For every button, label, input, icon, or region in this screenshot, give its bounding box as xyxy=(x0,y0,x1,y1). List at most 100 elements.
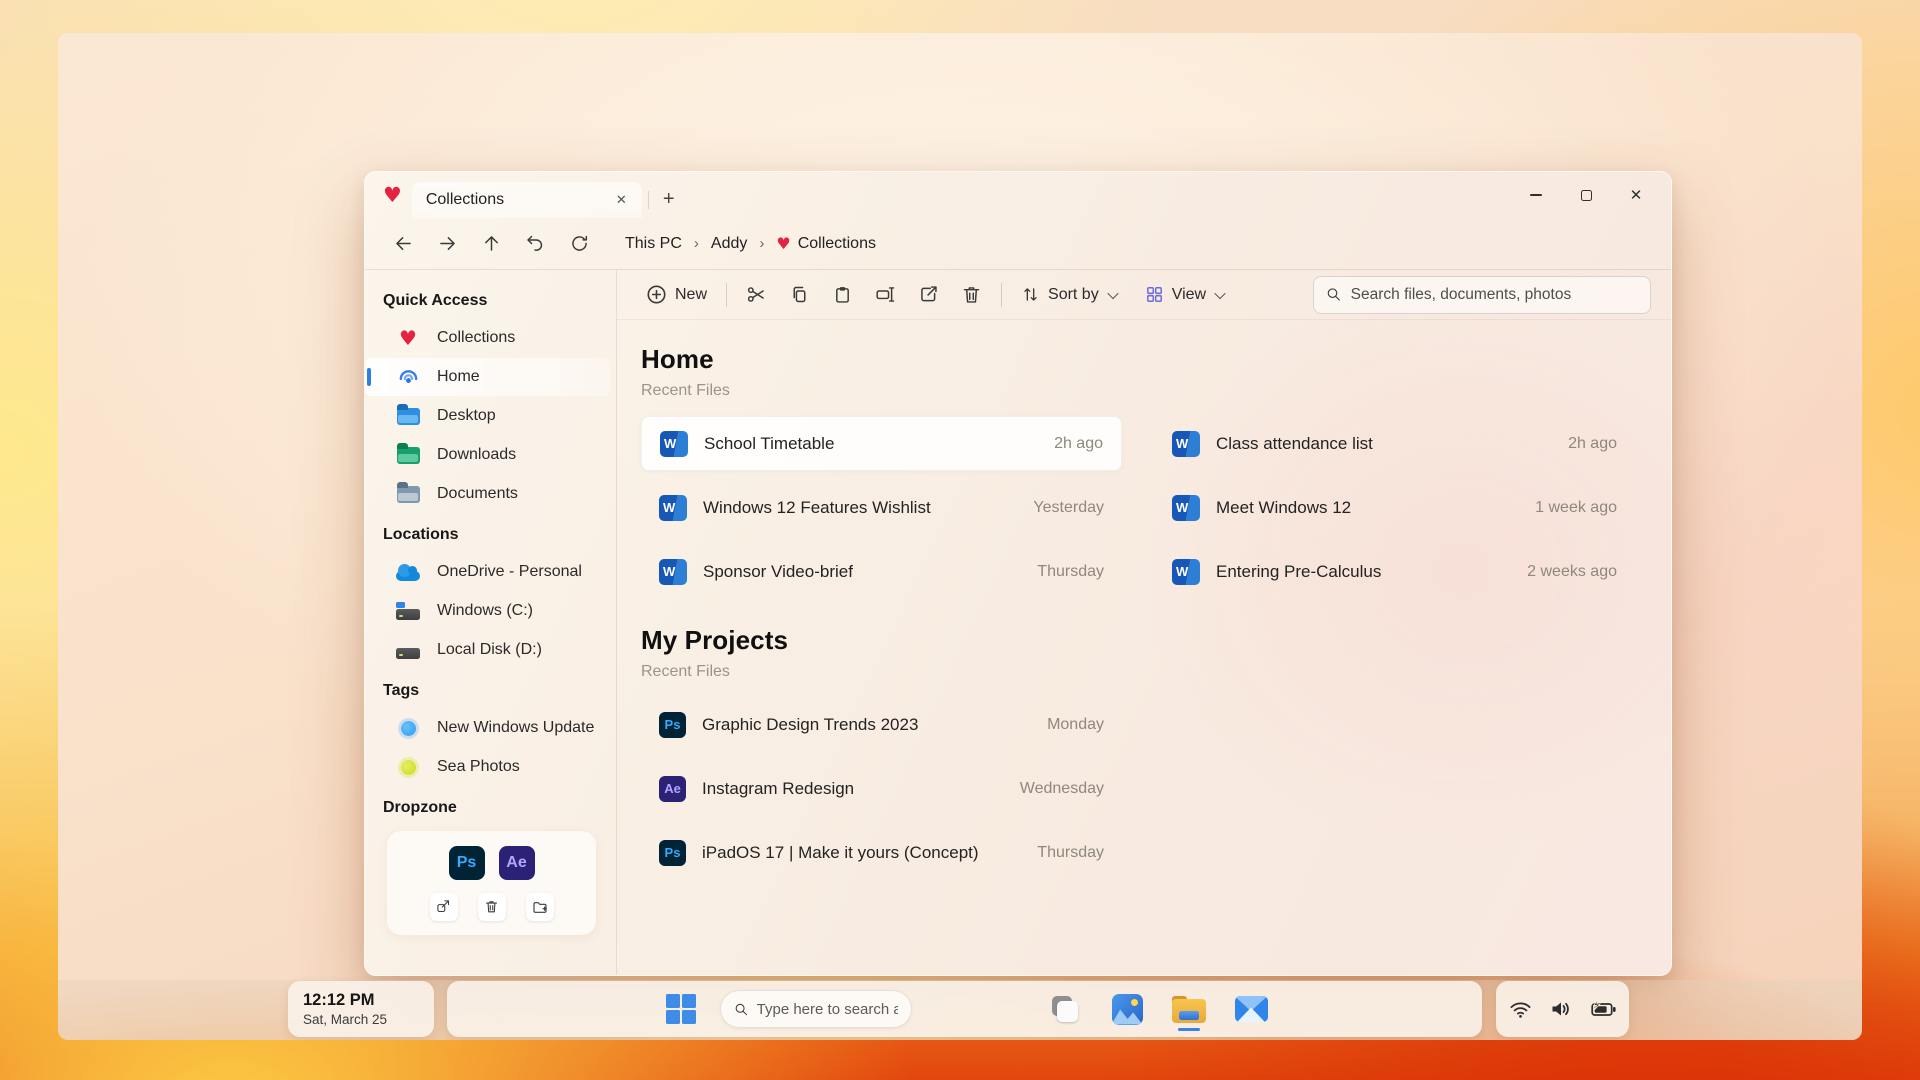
folder-icon xyxy=(397,408,420,425)
rename-button[interactable] xyxy=(866,276,905,314)
mail-app-button[interactable] xyxy=(1231,986,1271,1032)
paste-icon xyxy=(832,284,853,305)
dropzone-ae-app-icon[interactable]: Ae xyxy=(499,846,535,880)
copy-button[interactable] xyxy=(780,276,819,314)
section-subtitle: Recent Files xyxy=(641,382,1635,400)
breadcrumb: This PC › Addy › ♥Collections xyxy=(623,232,878,255)
grid-view-icon xyxy=(1145,285,1164,304)
window-controls: ✕ xyxy=(1529,188,1661,202)
sidebar-item-onedrive-personal[interactable]: OneDrive - Personal xyxy=(365,553,610,591)
taskbar-center-group xyxy=(447,981,1482,1037)
file-row-class-attendance-list[interactable]: W Class attendance list 2h ago xyxy=(1154,416,1635,471)
sort-by-label: Sort by xyxy=(1048,286,1099,304)
tab-close-icon[interactable]: ✕ xyxy=(611,190,632,210)
minimize-button[interactable] xyxy=(1529,188,1543,202)
start-button[interactable] xyxy=(666,994,696,1024)
explorer-search-box[interactable] xyxy=(1313,276,1651,314)
forward-icon xyxy=(437,233,458,254)
taskbar-search-box[interactable] xyxy=(720,990,912,1028)
delete-button[interactable] xyxy=(952,276,991,314)
section-subtitle: Recent Files xyxy=(641,663,1635,681)
sidebar-heading-tags: Tags xyxy=(365,670,616,708)
breadcrumb-this-pc[interactable]: This PC xyxy=(623,233,684,255)
sidebar-item-documents[interactable]: Documents xyxy=(365,475,610,513)
nav-back-button[interactable] xyxy=(385,226,421,262)
task-view-button[interactable] xyxy=(1045,986,1085,1032)
onedrive-cloud-icon xyxy=(396,571,420,581)
open-external-icon xyxy=(436,899,451,914)
file-row-entering-pre-calculus[interactable]: W Entering Pre-Calculus 2 weeks ago xyxy=(1154,544,1635,599)
sort-arrows-icon xyxy=(1021,285,1040,304)
taskbar-search-input[interactable] xyxy=(757,1001,898,1018)
sidebar-item-sea-photos[interactable]: Sea Photos xyxy=(365,748,610,786)
dropzone-add-folder-button[interactable] xyxy=(526,893,554,921)
view-label: View xyxy=(1172,286,1206,304)
refresh-icon xyxy=(569,233,590,254)
sort-by-button[interactable]: Sort by xyxy=(1012,276,1126,314)
sidebar-item-desktop[interactable]: Desktop xyxy=(365,397,610,435)
sidebar-item-home[interactable]: Home xyxy=(365,358,610,396)
up-icon xyxy=(481,233,502,254)
tag-dot-blue-icon xyxy=(401,721,416,736)
cut-icon xyxy=(746,284,767,305)
file-grid: Ps Graphic Design Trends 2023 Monday Ae … xyxy=(641,697,1635,880)
dropzone-ps-app-icon[interactable]: Ps xyxy=(449,846,485,880)
folder-icon xyxy=(397,486,420,503)
file-row-graphic-design-trends-2023[interactable]: Ps Graphic Design Trends 2023 Monday xyxy=(641,697,1122,752)
toolbar: New Sort by View xyxy=(617,270,1671,320)
new-tab-button[interactable]: + xyxy=(655,188,683,211)
sidebar-heading-locations: Locations xyxy=(365,514,616,552)
sidebar-item-collections[interactable]: ♥ Collections xyxy=(365,319,610,357)
maximize-button[interactable] xyxy=(1579,188,1593,202)
dropzone-card[interactable]: Ps Ae xyxy=(387,831,596,935)
nav-undo-button[interactable] xyxy=(517,226,553,262)
photos-app-button[interactable] xyxy=(1107,986,1147,1032)
sidebar-item-windows-c[interactable]: Windows (C:) xyxy=(365,592,610,630)
file-row-sponsor-video-brief[interactable]: W Sponsor Video-brief Thursday xyxy=(641,544,1122,599)
view-button[interactable]: View xyxy=(1136,276,1233,314)
nav-forward-button[interactable] xyxy=(429,226,465,262)
ps-file-icon: Ps xyxy=(659,840,686,866)
drive-icon xyxy=(396,648,420,659)
sidebar-item-downloads[interactable]: Downloads xyxy=(365,436,610,474)
word-file-icon: W xyxy=(1172,495,1200,521)
desktop-wallpaper: ♥ Collections ✕ + ✕ This PC › Addy › ♥Collec… xyxy=(58,33,1862,1040)
explorer-search-input[interactable] xyxy=(1351,286,1638,304)
cut-button[interactable] xyxy=(737,276,776,314)
sidebar-item-local-disk-d[interactable]: Local Disk (D:) xyxy=(365,631,610,669)
tab-divider xyxy=(648,191,649,209)
active-app-indicator xyxy=(1178,1028,1200,1031)
file-row-instagram-redesign[interactable]: Ae Instagram Redesign Wednesday xyxy=(641,761,1122,816)
sidebar-item-new-windows-update[interactable]: New Windows Update xyxy=(365,709,610,747)
home-icon xyxy=(397,366,420,389)
file-row-school-timetable[interactable]: W School Timetable 2h ago xyxy=(641,416,1122,471)
nav-up-button[interactable] xyxy=(473,226,509,262)
word-file-icon: W xyxy=(659,495,687,521)
share-button[interactable] xyxy=(909,276,948,314)
breadcrumb-separator: › xyxy=(759,235,764,252)
file-explorer-button[interactable] xyxy=(1169,986,1209,1032)
ae-file-icon: Ae xyxy=(659,776,686,802)
close-button[interactable]: ✕ xyxy=(1629,188,1643,202)
system-tray[interactable] xyxy=(1496,981,1629,1037)
wifi-icon xyxy=(1509,998,1532,1021)
new-button[interactable]: New xyxy=(637,276,716,314)
dropzone-delete-button[interactable] xyxy=(478,893,506,921)
chevron-down-icon xyxy=(1214,287,1225,298)
file-row-ipados-17-make-it-yours-concept[interactable]: Ps iPadOS 17 | Make it yours (Concept) T… xyxy=(641,825,1122,880)
dropzone-open-external-button[interactable] xyxy=(430,893,458,921)
tab-collections[interactable]: Collections ✕ xyxy=(412,182,642,218)
file-explorer-icon xyxy=(1172,996,1206,1023)
file-row-meet-windows-12[interactable]: W Meet Windows 12 1 week ago xyxy=(1154,480,1635,535)
breadcrumb-addy[interactable]: Addy xyxy=(709,233,749,255)
word-file-icon: W xyxy=(659,559,687,585)
breadcrumb-separator: › xyxy=(694,235,699,252)
nav-refresh-button[interactable] xyxy=(561,226,597,262)
titlebar[interactable]: ♥ Collections ✕ + ✕ xyxy=(365,172,1671,218)
paste-button[interactable] xyxy=(823,276,862,314)
file-row-windows-12-features-wishlist[interactable]: W Windows 12 Features Wishlist Yesterday xyxy=(641,480,1122,535)
taskbar-clock-widget[interactable]: 12:12 PM Sat, March 25 xyxy=(288,981,434,1037)
breadcrumb-collections[interactable]: ♥Collections xyxy=(774,232,878,255)
sidebar-heading-quick-access: Quick Access xyxy=(365,280,616,318)
section-title-home: Home xyxy=(641,344,1635,375)
